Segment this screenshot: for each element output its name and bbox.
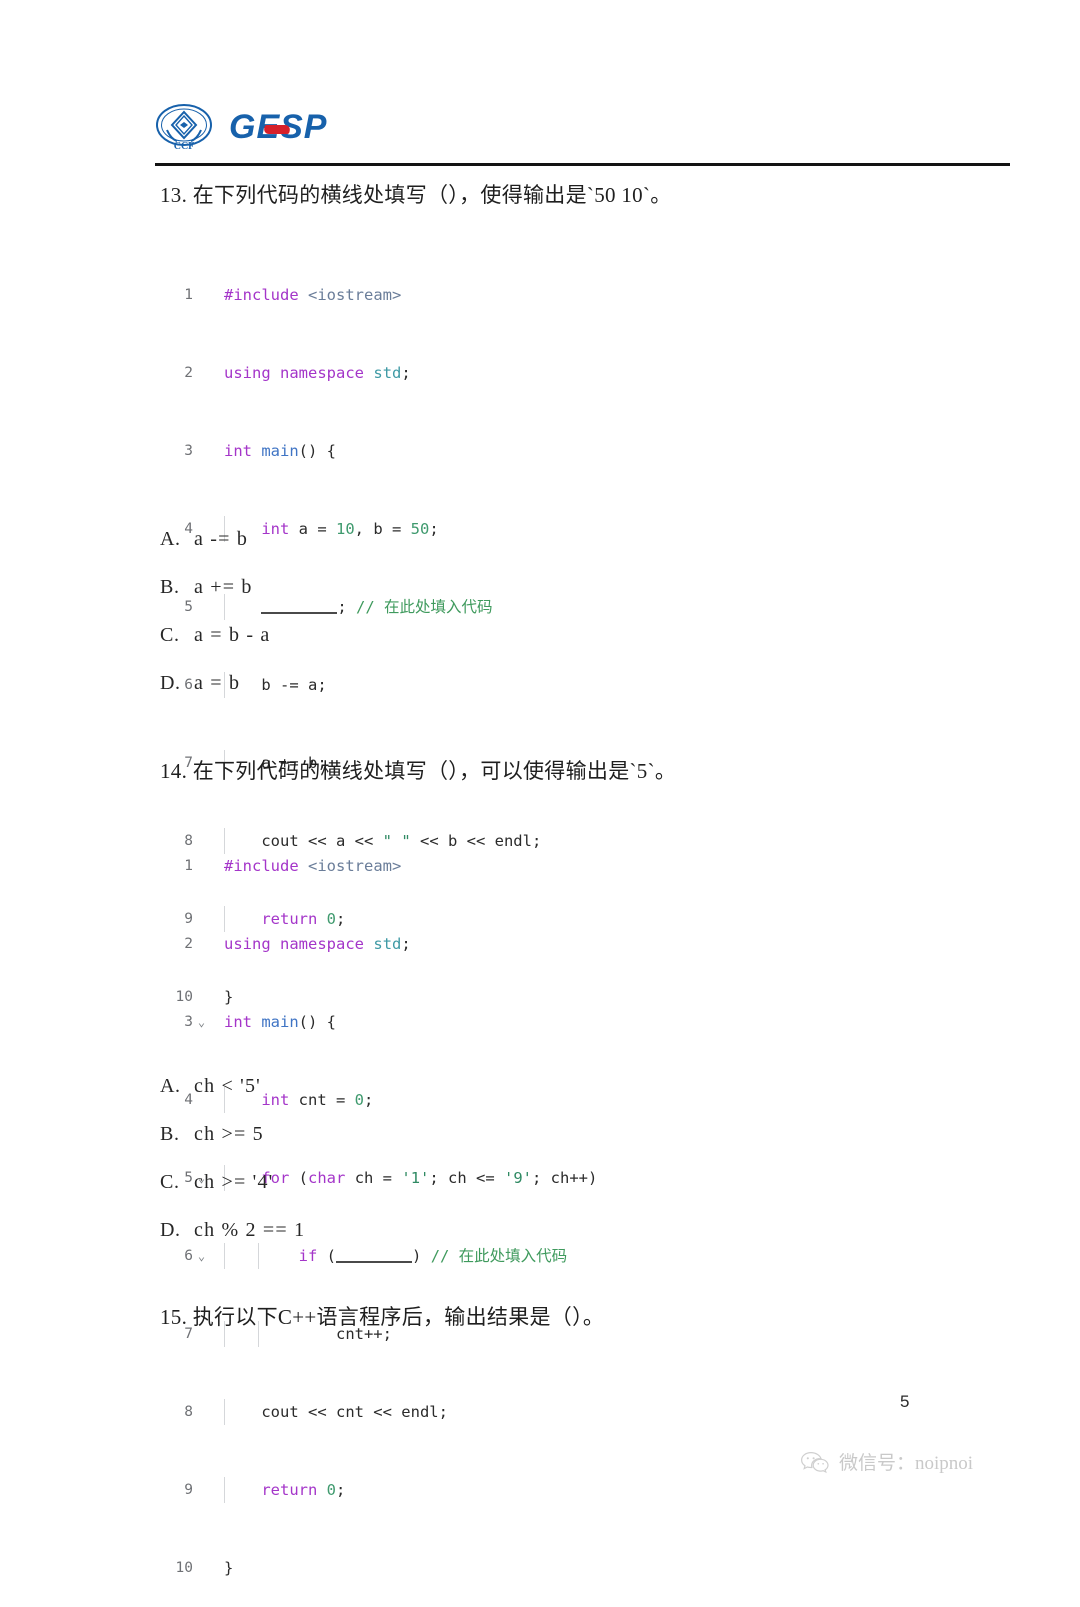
code-line: 10 } xyxy=(163,1555,597,1581)
header-divider xyxy=(155,163,1010,166)
page-number: 5 xyxy=(900,1392,910,1411)
gesp-red-accent xyxy=(263,124,292,134)
line-number: 8 xyxy=(184,1404,193,1420)
gesp-wordmark: GESP xyxy=(229,110,327,144)
code-line: 3 ⌄ int main() { xyxy=(163,1009,597,1035)
option-letter: A. xyxy=(160,1074,181,1097)
question-15-text: 15. 执行以下C++语言程序后，输出结果是（）。 xyxy=(160,1305,605,1329)
line-number: 10 xyxy=(175,1560,193,1576)
svg-text:CCF: CCF xyxy=(174,141,195,152)
option-text: a += b xyxy=(194,575,253,598)
code-line: 1 #include <iostream> xyxy=(163,282,541,308)
code-text: return 0; xyxy=(210,1477,345,1503)
option-text: ch % 2 == 1 xyxy=(194,1218,306,1241)
option-row-d[interactable]: D. a = b xyxy=(160,659,271,707)
wechat-footer: 微信号：noipnoi xyxy=(800,1448,973,1475)
code-line: 3 int main() { xyxy=(163,438,541,464)
page-header: CCF GESP xyxy=(155,96,1015,158)
code-text: #include <iostream> xyxy=(224,286,402,304)
options-question-14: A. ch < '5' B. ch >= 5 C. ch >= '4' D. c… xyxy=(160,1062,305,1254)
question-13-text: 13. 在下列代码的横线处填写（），使得输出是`50 10`。 xyxy=(160,183,672,207)
ccf-emblem-icon: CCF xyxy=(155,102,213,152)
options-question-13: A. a -= b B. a += b C. a = b - a D. a = … xyxy=(160,515,271,707)
option-row-b[interactable]: B. ch >= 5 xyxy=(160,1110,305,1158)
wechat-icon xyxy=(800,1450,830,1474)
option-row-c[interactable]: C. a = b - a xyxy=(160,611,271,659)
code-text: using namespace std; xyxy=(224,364,411,382)
code-line: 8 cout << cnt << endl; xyxy=(163,1399,597,1425)
question-14-text: 14. 在下列代码的横线处填写（），可以使得输出是`5`。 xyxy=(160,759,677,783)
answer-blank xyxy=(336,1247,413,1263)
option-letter: B. xyxy=(160,1122,180,1145)
option-letter: B. xyxy=(160,575,180,598)
code-text: int main() { xyxy=(224,442,336,460)
wechat-handle-text: 微信号：noipnoi xyxy=(839,1453,974,1474)
option-row-a[interactable]: A. ch < '5' xyxy=(160,1062,305,1110)
line-number: 2 xyxy=(184,365,193,381)
option-text: ch >= 5 xyxy=(194,1122,264,1145)
line-number: 1 xyxy=(184,287,193,303)
option-row-c[interactable]: C. ch >= '4' xyxy=(160,1158,305,1206)
code-text: } xyxy=(224,1559,234,1577)
option-text: a -= b xyxy=(194,527,249,550)
fold-toggle-icon[interactable]: ⌄ xyxy=(193,1009,210,1035)
code-line: 1 #include <iostream> xyxy=(163,853,597,879)
option-row-a[interactable]: A. a -= b xyxy=(160,515,271,563)
option-text: a = b xyxy=(194,671,241,694)
gesp-logo: CCF GESP xyxy=(155,102,327,152)
line-number: 9 xyxy=(184,1482,193,1498)
line-number: 1 xyxy=(184,858,193,874)
option-letter: D. xyxy=(160,671,181,694)
option-letter: D. xyxy=(160,1218,181,1241)
code-text: int main() { xyxy=(224,1013,336,1031)
code-text: #include <iostream> xyxy=(224,857,402,875)
option-text: ch >= '4' xyxy=(194,1170,274,1193)
line-number: 3 xyxy=(184,443,193,459)
option-text: ch < '5' xyxy=(194,1074,261,1097)
code-line: 2 using namespace std; xyxy=(163,931,597,957)
code-line: 9 return 0; xyxy=(163,1477,597,1503)
option-letter: A. xyxy=(160,527,181,550)
code-line: 2 using namespace std; xyxy=(163,360,541,386)
option-row-d[interactable]: D. ch % 2 == 1 xyxy=(160,1206,305,1254)
line-number: 2 xyxy=(184,936,193,952)
line-number: 3 xyxy=(184,1014,193,1030)
option-letter: C. xyxy=(160,1170,180,1193)
code-text: using namespace std; xyxy=(224,935,411,953)
option-row-b[interactable]: B. a += b xyxy=(160,563,271,611)
option-text: a = b - a xyxy=(194,623,271,646)
code-text: cout << cnt << endl; xyxy=(210,1399,448,1425)
answer-blank xyxy=(261,598,338,614)
option-letter: C. xyxy=(160,623,180,646)
